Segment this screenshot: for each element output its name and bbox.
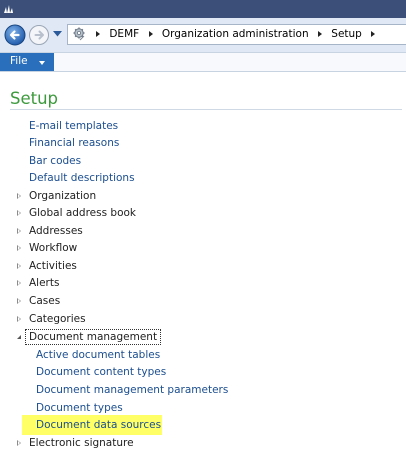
breadcrumb-separator-icon[interactable] [148, 30, 153, 37]
chevron-down-icon [39, 61, 45, 65]
breadcrumb-company[interactable]: DEMF [109, 28, 139, 40]
history-dropdown-icon[interactable] [53, 31, 62, 37]
gear-icon [73, 27, 85, 41]
file-tab-label: File [10, 55, 28, 67]
tree-link-default-descriptions[interactable]: Default descriptions [29, 171, 135, 185]
expand-triangle-icon[interactable] [17, 280, 21, 286]
collapse-triangle-icon[interactable] [17, 335, 21, 339]
breadcrumb-module[interactable]: Organization administration [162, 28, 309, 40]
navigation-bar: DEMF Organization administration Setup [0, 18, 406, 53]
tree-link-financial-reasons[interactable]: Financial reasons [29, 136, 119, 150]
expand-triangle-icon[interactable] [17, 440, 21, 446]
back-arrow-icon[interactable] [4, 24, 26, 46]
tree-link-active-document-tables[interactable]: Active document tables [36, 348, 160, 362]
tree-category-activities[interactable]: Activities [29, 259, 77, 273]
expand-triangle-icon[interactable] [17, 193, 21, 199]
expand-triangle-icon[interactable] [17, 263, 21, 269]
tree-category-organization[interactable]: Organization [29, 189, 96, 203]
tree-category-electronic-signature[interactable]: Electronic signature [29, 436, 134, 450]
breadcrumb-separator-icon[interactable] [371, 30, 376, 37]
expand-triangle-icon[interactable] [17, 228, 21, 234]
breadcrumb-separator-icon[interactable] [317, 30, 322, 37]
tree-link-bar-codes[interactable]: Bar codes [29, 154, 81, 168]
tree-category-categories[interactable]: Categories [29, 312, 86, 326]
title-divider [10, 109, 402, 110]
title-bar [0, 0, 406, 18]
tree-category-cases[interactable]: Cases [29, 294, 60, 308]
file-tab[interactable]: File [0, 53, 54, 71]
breadcrumb-area[interactable]: Setup [331, 28, 362, 40]
forward-arrow-icon[interactable] [28, 24, 50, 46]
address-bar[interactable]: DEMF Organization administration Setup [67, 24, 406, 45]
expand-triangle-icon[interactable] [17, 298, 21, 304]
dynamics-logo-icon [4, 5, 13, 13]
expand-triangle-icon[interactable] [17, 245, 21, 251]
tree-link-email-templates[interactable]: E-mail templates [29, 119, 118, 133]
tree-link-document-management-parameters[interactable]: Document management parameters [36, 383, 228, 397]
tree-link-document-types[interactable]: Document types [36, 401, 123, 415]
tree-category-global-address-book[interactable]: Global address book [29, 206, 136, 220]
tree-category-document-management[interactable]: Document management [25, 329, 162, 345]
breadcrumb-separator-icon[interactable] [96, 30, 100, 37]
breadcrumb: DEMF Organization administration Setup [90, 28, 381, 40]
tree-link-document-data-sources[interactable]: Document data sources [36, 418, 161, 432]
expand-triangle-icon[interactable] [17, 316, 21, 322]
page-title: Setup [10, 89, 59, 108]
expand-triangle-icon[interactable] [17, 210, 21, 216]
tree-link-document-content-types[interactable]: Document content types [36, 365, 166, 379]
tree-category-workflow[interactable]: Workflow [29, 241, 77, 255]
tree-category-alerts[interactable]: Alerts [29, 276, 59, 290]
tree-category-addresses[interactable]: Addresses [29, 224, 83, 238]
ribbon: File [0, 53, 406, 72]
